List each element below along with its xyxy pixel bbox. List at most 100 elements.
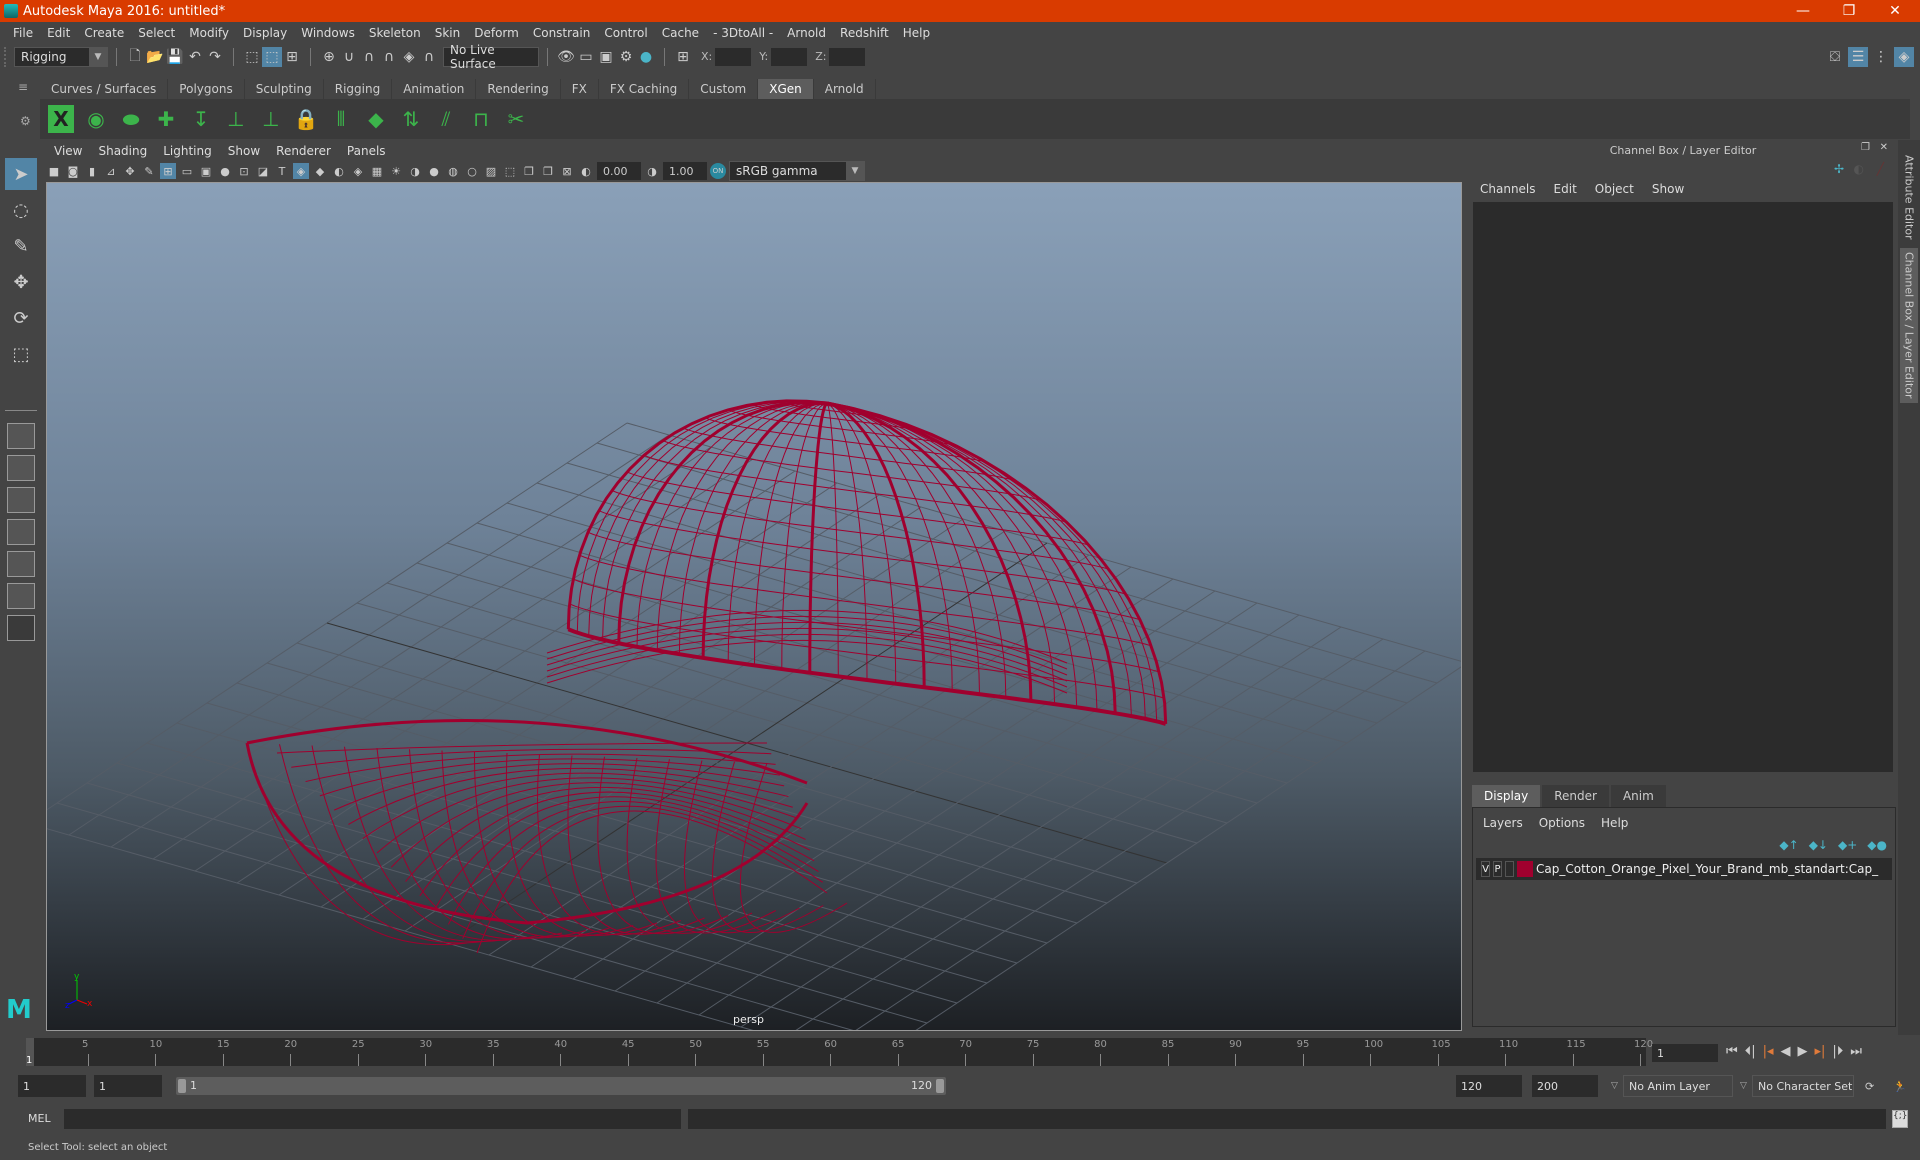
scale-tool-icon[interactable]: ⬚ <box>5 338 37 370</box>
step-forward-key-icon[interactable]: |⏵ <box>1832 1044 1843 1059</box>
menu-file[interactable]: File <box>6 26 40 40</box>
minimize-button[interactable]: — <box>1780 0 1826 22</box>
textured-icon[interactable]: ▦ <box>369 163 385 179</box>
add-guides-icon[interactable]: ✚ <box>153 105 179 133</box>
move-tool-icon[interactable]: ✥ <box>5 266 37 298</box>
shelf-tab-animation[interactable]: Animation <box>392 79 477 99</box>
select-object-icon[interactable]: ⬚ <box>262 46 282 67</box>
color-management-toggle-icon[interactable]: ON <box>710 163 726 179</box>
show-guide-icon[interactable]: ⊥ <box>258 105 284 133</box>
resolution-gate-icon[interactable]: ▣ <box>198 163 214 179</box>
play-forward-icon[interactable]: ▶ <box>1798 1044 1808 1059</box>
view-transform-dropdown[interactable]: sRGB gamma ▼ <box>729 161 865 181</box>
safe-action-icon[interactable]: ◪ <box>255 163 271 179</box>
shelf-tab-polygons[interactable]: Polygons <box>168 79 245 99</box>
scene-end-input[interactable]: 200 <box>1532 1075 1598 1097</box>
channel-box-toggle-icon[interactable]: ◈ <box>1894 46 1914 67</box>
snap-curve-icon[interactable]: ∪ <box>339 47 359 67</box>
grip-handle[interactable] <box>4 46 10 67</box>
wireframe-on-shaded-icon[interactable]: ◈ <box>350 163 366 179</box>
perspective-viewport[interactable]: y z x persp <box>46 182 1462 1031</box>
live-surface-field[interactable]: No Live Surface <box>443 43 539 71</box>
shelf-tab-curves-surfaces[interactable]: Curves / Surfaces <box>40 79 169 99</box>
depth-of-field-icon[interactable]: ▨ <box>483 163 499 179</box>
menu-modify[interactable]: Modify <box>182 26 236 40</box>
sculpt-guides-icon[interactable]: ⇅ <box>398 105 424 133</box>
shelf-tab-custom[interactable]: Custom <box>689 79 759 99</box>
range-slider[interactable]: 1 120 <box>176 1077 946 1095</box>
hide-description-icon[interactable]: ⬬ <box>118 105 144 133</box>
select-hierarchy-icon[interactable]: ⬚ <box>242 47 262 67</box>
hypershade-icon[interactable]: ● <box>636 47 656 67</box>
menu-constrain[interactable]: Constrain <box>526 26 598 40</box>
rebuild-guides-icon[interactable]: ⊓ <box>468 105 494 133</box>
single-perspective-layout-icon[interactable] <box>7 423 35 449</box>
step-forward-frame-icon[interactable]: ▸| <box>1815 1044 1826 1059</box>
menu-control[interactable]: Control <box>597 26 654 40</box>
range-start-handle[interactable] <box>178 1079 186 1093</box>
shelf-tab-rigging[interactable]: Rigging <box>323 79 393 99</box>
lasso-tool-icon[interactable]: ◌ <box>5 194 37 226</box>
shelf-tab-fx-caching[interactable]: FX Caching <box>598 79 690 99</box>
persp-outliner-graph-layout-icon[interactable] <box>7 583 35 609</box>
exposure-input[interactable]: 0.00 <box>597 162 641 180</box>
menu-3dtoall[interactable]: - 3DtoAll - <box>706 26 780 40</box>
shelf-tab-fx[interactable]: FX <box>560 79 599 99</box>
speed-icon[interactable]: ◐ <box>1854 162 1864 176</box>
xray-icon[interactable]: ❐ <box>521 163 537 179</box>
go-to-end-icon[interactable]: ⏭ <box>1850 1044 1862 1059</box>
bend-guides-icon[interactable]: ⫽ <box>433 105 459 133</box>
grease-pencil-icon[interactable]: ✎ <box>141 163 157 179</box>
layer-tab-display[interactable]: Display <box>1472 785 1541 807</box>
menuset-dropdown[interactable]: Rigging ▼ <box>14 46 108 67</box>
playback-end-input[interactable]: 120 <box>1456 1075 1522 1097</box>
menu-display[interactable]: Display <box>236 26 294 40</box>
time-ruler[interactable]: 1 5 10 15 20 25 30 35 40 45 50 55 60 65 70 75 80 85 90 95 1… <box>26 1038 1653 1066</box>
new-layer-selected-icon[interactable]: ◆● <box>1867 838 1887 852</box>
smooth-shade-icon[interactable]: ◆ <box>312 163 328 179</box>
mel-input[interactable] <box>64 1109 681 1129</box>
select-component-icon[interactable]: ⊞ <box>282 47 302 67</box>
safe-title-icon[interactable]: T <box>274 163 290 179</box>
gamma-input[interactable]: 1.00 <box>663 162 707 180</box>
scene-start-input[interactable]: 1 <box>18 1075 86 1097</box>
gate-mask-icon[interactable]: ● <box>217 163 233 179</box>
image-plane-icon[interactable]: ⊿ <box>103 163 119 179</box>
current-frame-input[interactable]: 1 <box>1652 1044 1718 1062</box>
persp-graph-layout-icon[interactable] <box>7 519 35 545</box>
range-end-handle[interactable] <box>936 1079 944 1093</box>
add-guide-icon[interactable]: ⊥ <box>223 105 249 133</box>
menu-arnold[interactable]: Arnold <box>780 26 833 40</box>
y-input[interactable] <box>771 47 808 66</box>
shelf-tab-arnold[interactable]: Arnold <box>813 79 876 99</box>
anim-layer-dropdown[interactable]: No Anim Layer <box>1623 1075 1733 1097</box>
close-panel-icon[interactable]: ✕ <box>1880 142 1888 153</box>
current-time-indicator[interactable]: 1 <box>26 1038 34 1066</box>
xray-components-icon[interactable]: ⊠ <box>559 163 575 179</box>
cap-wireframe-mesh[interactable] <box>245 399 1168 954</box>
character-set-dropdown[interactable]: No Character Set <box>1752 1075 1854 1097</box>
xgen-editor-icon[interactable]: X <box>48 105 74 133</box>
restore-button[interactable]: ❐ <box>1826 0 1872 22</box>
snap-point-icon[interactable]: ∩ <box>359 47 379 67</box>
render-settings-icon[interactable]: ⚙ <box>616 47 636 67</box>
menu-deform[interactable]: Deform <box>467 26 526 40</box>
grid-toggle-icon[interactable]: ⊞ <box>160 163 176 179</box>
four-view-layout-icon[interactable] <box>7 455 35 481</box>
play-backward-icon[interactable]: ◀ <box>1781 1044 1791 1059</box>
layer-playback-toggle[interactable]: P <box>1493 861 1502 877</box>
viewport-menu-show[interactable]: Show <box>220 144 268 158</box>
cb-menu-channels[interactable]: Channels <box>1480 182 1536 196</box>
default-material-icon[interactable]: ◐ <box>331 163 347 179</box>
float-panel-icon[interactable]: ❐ <box>1861 142 1870 153</box>
manipulator-icon[interactable]: ✢ <box>1834 162 1844 176</box>
place-guide-icon[interactable]: ↧ <box>188 105 214 133</box>
tool-settings-icon[interactable]: ⋮ <box>1871 47 1891 67</box>
shelf-menu-icon[interactable]: ≡ <box>18 80 28 94</box>
camera-attributes-icon[interactable]: ◙ <box>65 163 81 179</box>
redo-icon[interactable]: ↷ <box>205 47 225 67</box>
le-menu-help[interactable]: Help <box>1601 816 1628 830</box>
open-scene-icon[interactable]: 📂 <box>145 47 165 67</box>
menu-skin[interactable]: Skin <box>428 26 468 40</box>
snap-projected-center-icon[interactable]: ∩ <box>379 47 399 67</box>
